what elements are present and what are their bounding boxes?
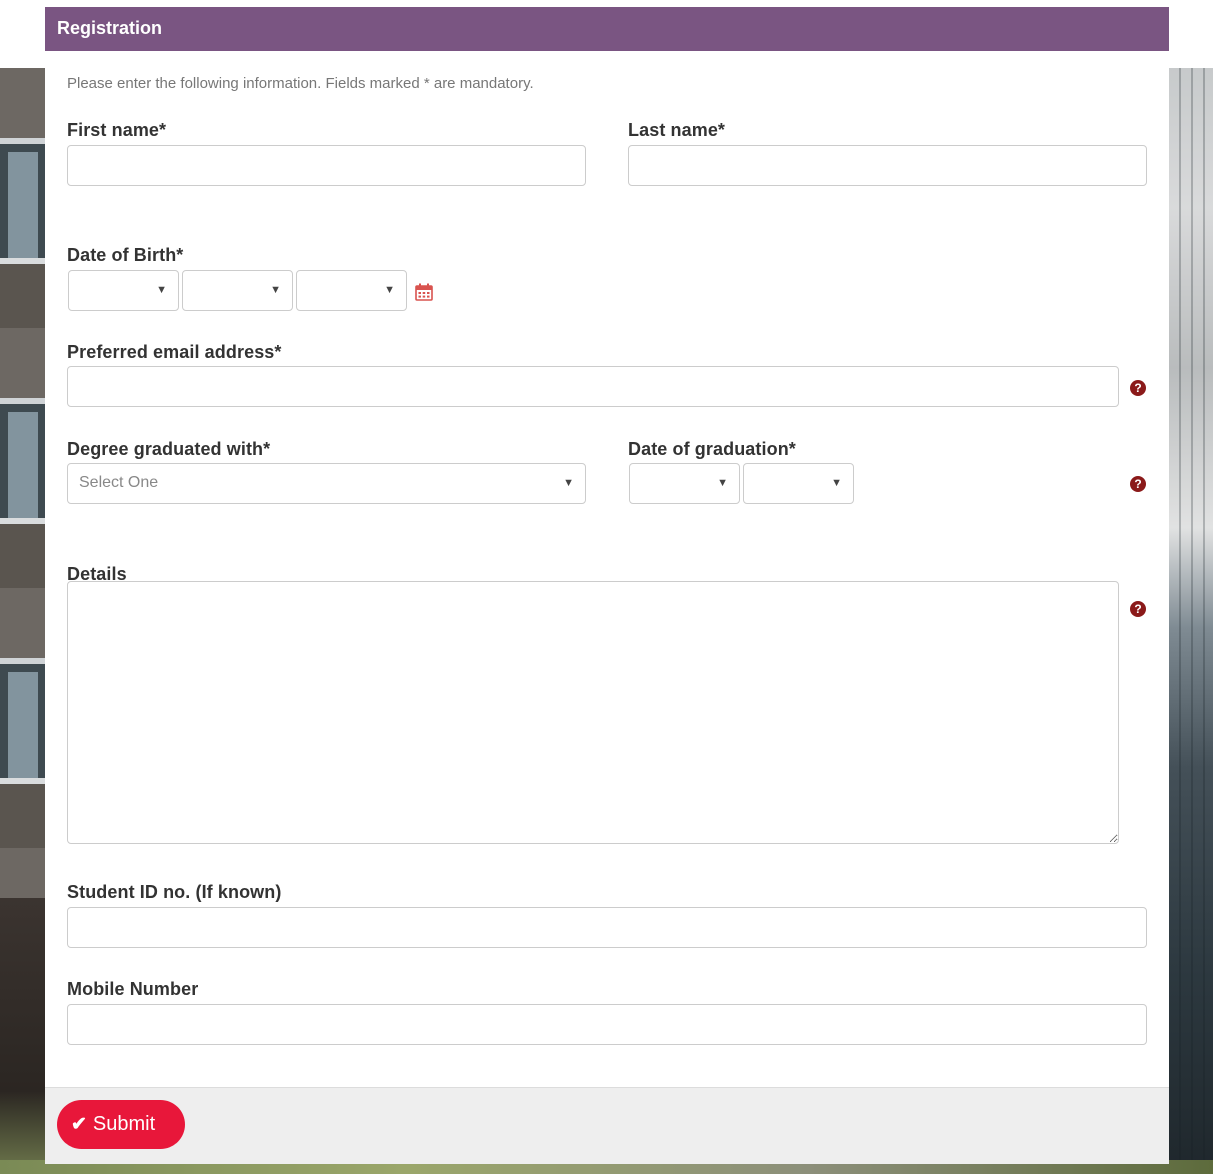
- chevron-down-icon: ▼: [156, 284, 167, 296]
- question-circle-icon[interactable]: ?: [1130, 476, 1146, 492]
- email-label: Preferred email address*: [67, 342, 282, 362]
- degree-selected-value: Select One: [79, 474, 159, 491]
- chevron-down-icon: ▼: [384, 284, 395, 296]
- mobile-number-input[interactable]: [67, 1004, 1147, 1045]
- question-circle-icon[interactable]: ?: [1130, 601, 1146, 617]
- chevron-down-icon: ▼: [270, 284, 281, 296]
- last-name-input[interactable]: [628, 145, 1147, 186]
- registration-form: Please enter the following information. …: [45, 51, 1169, 1087]
- registration-panel: Registration Please enter the following …: [45, 7, 1169, 1164]
- date-of-birth-label: Date of Birth*: [67, 245, 184, 265]
- dob-year-select[interactable]: ▼: [296, 270, 407, 311]
- student-id-input[interactable]: [67, 907, 1147, 948]
- last-name-label: Last name*: [628, 120, 726, 140]
- first-name-input[interactable]: [67, 145, 586, 186]
- submit-label: Submit: [92, 1113, 156, 1135]
- panel-title: Registration: [45, 7, 1169, 51]
- degree-label: Degree graduated with*: [67, 439, 271, 459]
- submit-button[interactable]: ✔ Submit: [57, 1100, 185, 1149]
- question-circle-icon[interactable]: ?: [1130, 380, 1146, 396]
- student-id-label: Student ID no. (If known): [67, 882, 282, 902]
- chevron-down-icon: ▼: [831, 477, 842, 489]
- calendar-icon[interactable]: [415, 283, 433, 301]
- check-icon: ✔: [71, 1114, 87, 1135]
- first-name-label: First name*: [67, 120, 167, 140]
- degree-select[interactable]: Select One ▼: [67, 463, 586, 504]
- background-ground-left: [0, 898, 46, 1174]
- graduation-year-select[interactable]: ▼: [743, 463, 854, 504]
- email-input[interactable]: [67, 366, 1119, 407]
- background-windows-left: [8, 68, 38, 928]
- form-instructions: Please enter the following information. …: [67, 75, 534, 92]
- mobile-number-label: Mobile Number: [67, 979, 199, 999]
- graduation-date-label: Date of graduation*: [628, 439, 796, 459]
- dob-day-select[interactable]: ▼: [68, 270, 179, 311]
- background-windows-right: [1169, 68, 1213, 1174]
- graduation-month-select[interactable]: ▼: [629, 463, 740, 504]
- chevron-down-icon: ▼: [717, 477, 728, 489]
- form-footer: ✔ Submit: [45, 1087, 1169, 1164]
- dob-month-select[interactable]: ▼: [182, 270, 293, 311]
- details-textarea[interactable]: [67, 581, 1119, 844]
- chevron-down-icon: ▼: [563, 477, 574, 489]
